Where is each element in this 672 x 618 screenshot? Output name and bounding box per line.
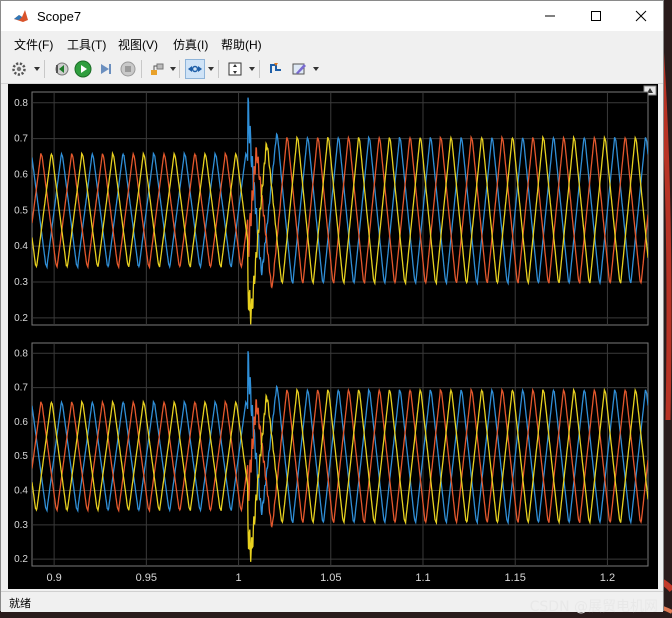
toolbar-separator xyxy=(141,60,142,78)
triggers-icon xyxy=(270,63,281,73)
triggers-button[interactable] xyxy=(266,59,286,79)
x-tick-label: 0.9 xyxy=(46,572,61,584)
y-tick-label: 0.4 xyxy=(14,241,28,252)
toolbar-separator xyxy=(259,60,260,78)
y-tick-label: 0.4 xyxy=(14,486,28,497)
axes-frame xyxy=(31,342,649,567)
step-back-icon xyxy=(55,62,69,76)
toolbar-separator xyxy=(179,60,180,78)
settings-icon xyxy=(12,62,26,76)
maximize-icon xyxy=(591,11,601,21)
menu-view[interactable]: 视图(V) xyxy=(118,36,158,53)
settings-button[interactable] xyxy=(9,59,29,79)
watermark: CSDN @展贸电机网 xyxy=(529,599,658,615)
status-text: 就绪 xyxy=(9,598,31,610)
y-tick-label: 0.8 xyxy=(14,348,28,359)
run-icon xyxy=(74,60,92,78)
settings-dropdown-icon[interactable] xyxy=(34,67,40,71)
y-tick-label: 0.6 xyxy=(14,417,28,428)
stop-icon xyxy=(120,61,136,77)
y-tick-label: 0.5 xyxy=(14,451,28,462)
window-title: Scope7 xyxy=(37,9,82,24)
menu-tools[interactable]: 工具(T) xyxy=(67,36,106,53)
upper-axes[interactable]: 0.8 0.7 0.6 0.5 0.4 0.3 0.2 xyxy=(14,91,649,326)
y-tick-label: 0.5 xyxy=(14,205,28,216)
x-tick-label: 1.15 xyxy=(504,572,525,584)
step-forward-icon xyxy=(101,64,111,74)
scope-display[interactable]: 0.8 0.7 0.6 0.5 0.4 0.3 0.2 0.8 0.7 0.6 0.5 0.4 0.3… xyxy=(8,84,658,589)
step-back-button[interactable] xyxy=(51,59,71,79)
axes-frame xyxy=(31,91,649,326)
minimize-icon xyxy=(545,15,555,17)
x-tick-label: 0.95 xyxy=(136,572,157,584)
title-bar[interactable]: Scope7 xyxy=(1,1,663,31)
menu-bar: 文件(F) 工具(T) 视图(V) 仿真(I) 帮助(H) xyxy=(1,32,663,54)
step-forward-button[interactable] xyxy=(96,59,116,79)
autoscale-icon xyxy=(228,62,242,76)
maximize-button[interactable] xyxy=(573,1,619,31)
x-tick-label: 1.05 xyxy=(320,572,341,584)
y-tick-label: 0.2 xyxy=(14,554,28,565)
menu-simulation[interactable]: 仿真(I) xyxy=(173,36,208,53)
style-button[interactable] xyxy=(289,59,309,79)
run-button[interactable] xyxy=(73,59,93,79)
toolbar-separator xyxy=(44,60,45,78)
close-button[interactable] xyxy=(618,1,664,31)
scope-window: Scope7 文件(F) 工具(T) 视图(V) 仿真(I) 帮助(H) 0.8… xyxy=(0,0,664,612)
y-tick-label: 0.3 xyxy=(14,277,28,288)
zoom-x-icon xyxy=(188,65,202,73)
y-tick-label: 0.7 xyxy=(14,134,28,145)
style-icon xyxy=(292,63,306,75)
menu-help[interactable]: 帮助(H) xyxy=(221,36,262,53)
highlight-button[interactable] xyxy=(147,59,167,79)
autoscale-dropdown-icon[interactable] xyxy=(249,67,255,71)
y-tick-label: 0.8 xyxy=(14,98,28,109)
x-tick-label: 1.2 xyxy=(600,572,615,584)
y-tick-label: 0.2 xyxy=(14,313,28,324)
highlight-icon xyxy=(151,63,164,75)
highlight-dropdown-icon[interactable] xyxy=(170,67,176,71)
x-tick-label: 1.1 xyxy=(415,572,430,584)
y-tick-label: 0.6 xyxy=(14,169,28,180)
lower-axes[interactable]: 0.8 0.7 0.6 0.5 0.4 0.3 0.2 0.9 0.95 1 1.05 1.1 1.15… xyxy=(14,342,649,584)
autoscale-button[interactable] xyxy=(225,59,245,79)
toolbar xyxy=(1,55,663,84)
close-icon xyxy=(635,10,647,22)
zoom-x-button[interactable] xyxy=(185,59,205,79)
zoom-dropdown-icon[interactable] xyxy=(208,67,214,71)
menu-file[interactable]: 文件(F) xyxy=(14,36,53,53)
toolbar-separator xyxy=(218,60,219,78)
y-tick-label: 0.3 xyxy=(14,520,28,531)
scope-plots[interactable]: 0.8 0.7 0.6 0.5 0.4 0.3 0.2 0.8 0.7 0.6 0.5 0.4 0.3… xyxy=(8,84,658,589)
matlab-icon xyxy=(14,10,28,22)
minimize-button[interactable] xyxy=(527,1,573,31)
x-tick-label: 1 xyxy=(236,572,242,584)
y-tick-label: 0.7 xyxy=(14,383,28,394)
style-dropdown-icon[interactable] xyxy=(313,67,319,71)
stop-button[interactable] xyxy=(118,59,138,79)
